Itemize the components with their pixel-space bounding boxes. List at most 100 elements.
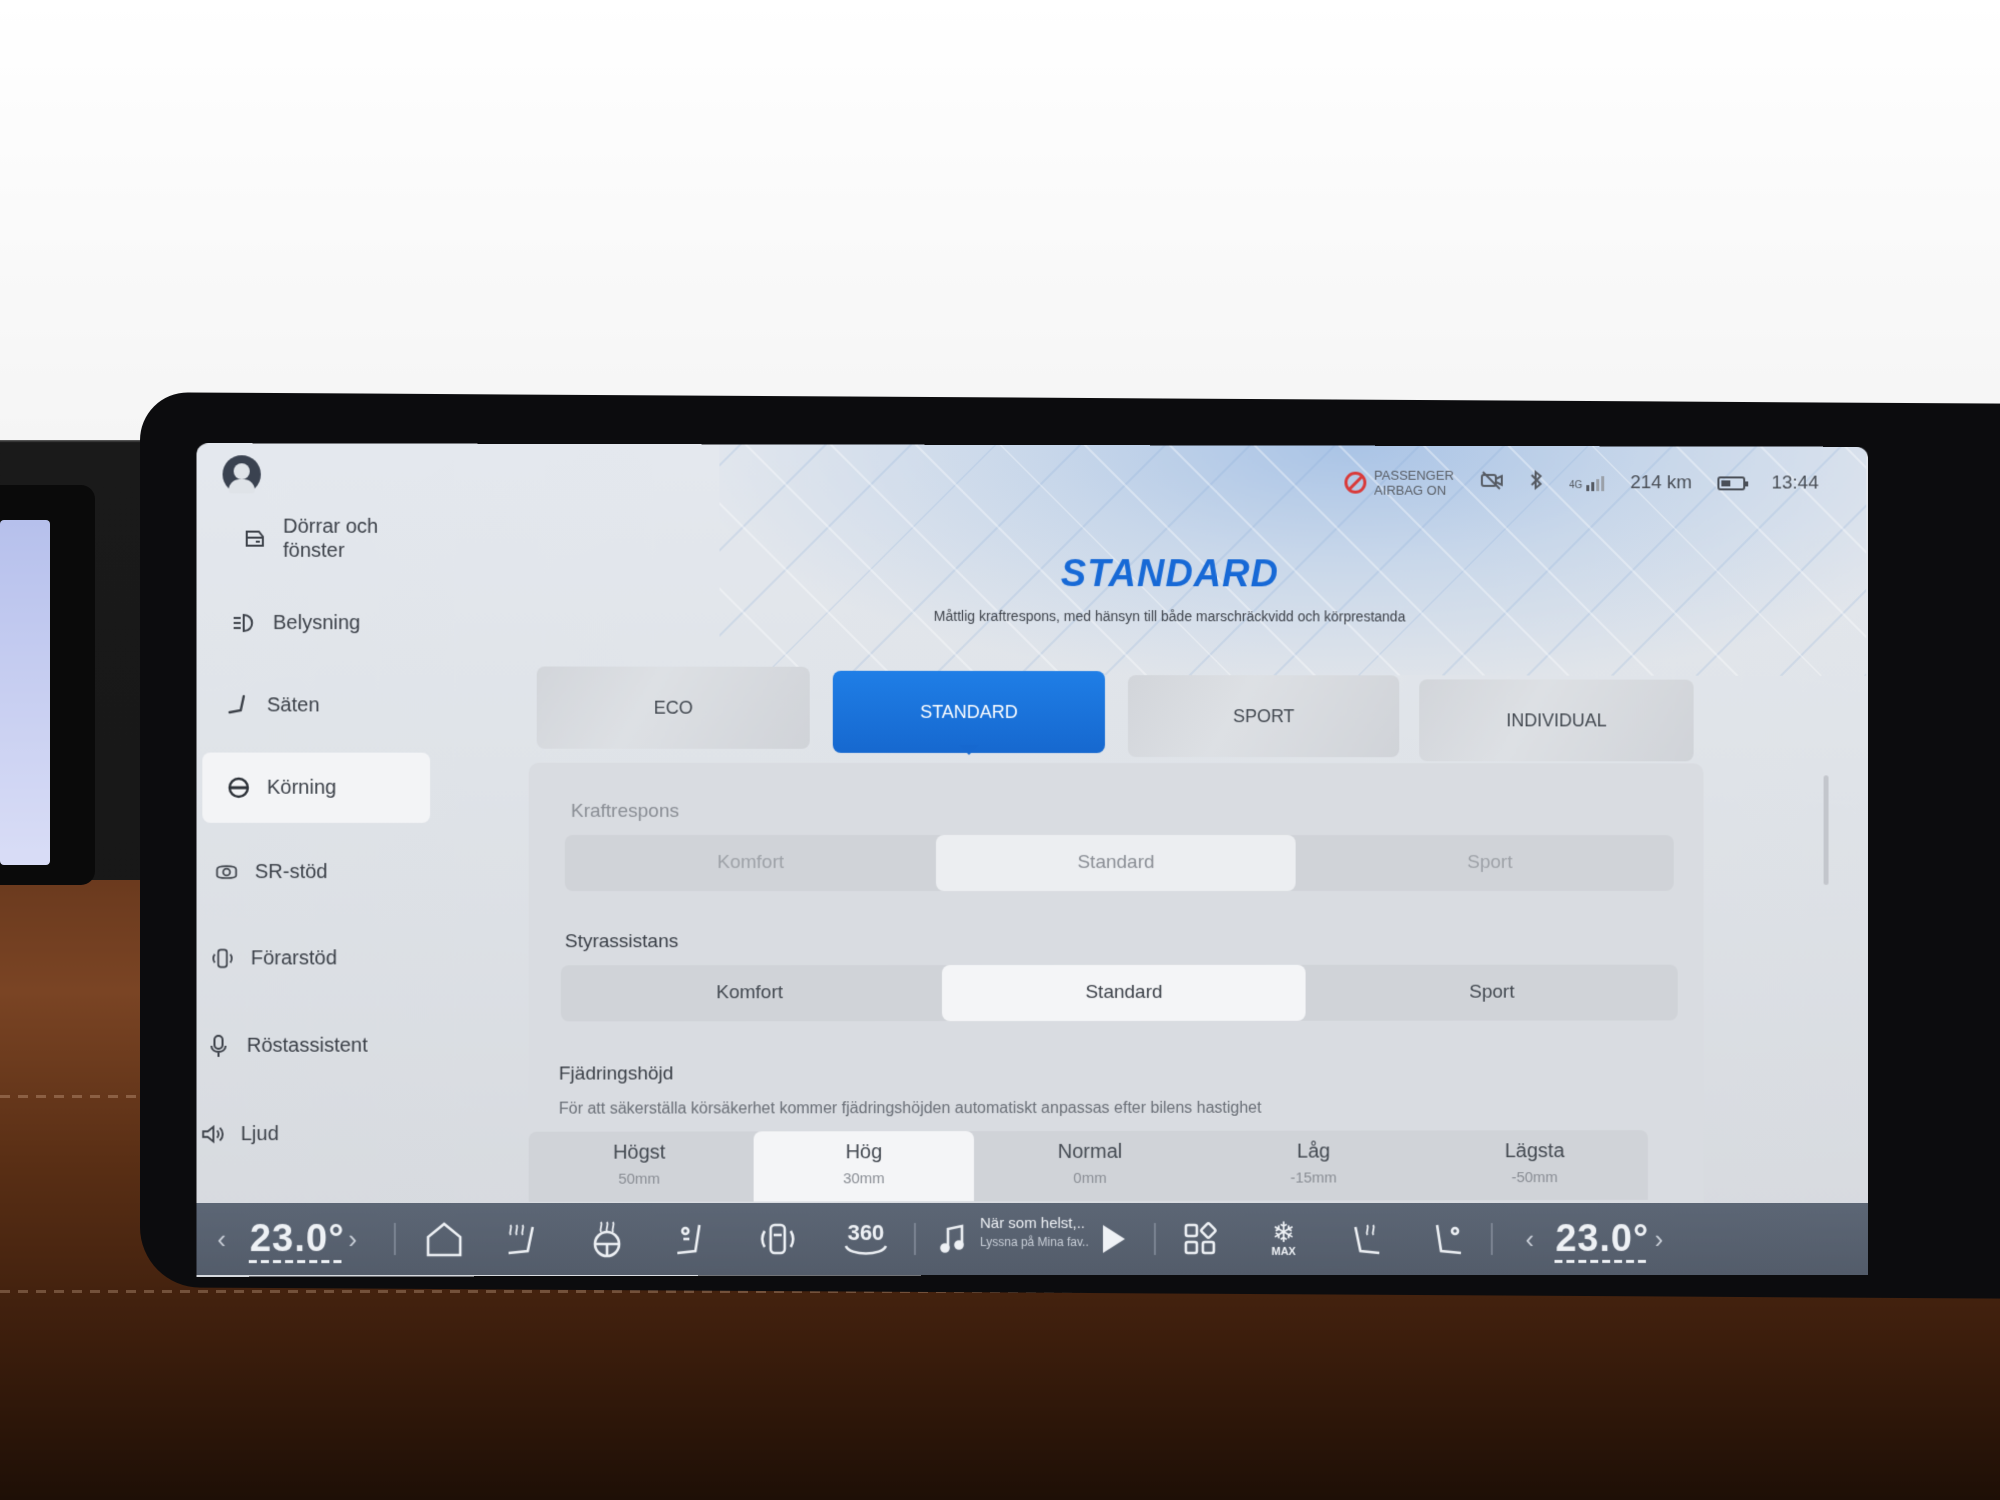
steering-assist-standard[interactable]: Standard bbox=[941, 964, 1306, 1022]
steering-assist-selector[interactable]: Komfort Standard Sport bbox=[560, 964, 1678, 1022]
microphone-icon bbox=[206, 1034, 230, 1058]
temp-level-indicator bbox=[248, 1260, 346, 1264]
left-temp-value: 23.0° bbox=[249, 1217, 345, 1260]
sidebar-item-doors[interactable]: Dörrar och fönster bbox=[206, 503, 438, 574]
sidebar-item-label: Dörrar och fönster bbox=[283, 515, 379, 562]
airbag-icon bbox=[1344, 471, 1367, 494]
passenger-seat-heat-button[interactable] bbox=[1339, 1203, 1391, 1275]
headlight-icon bbox=[233, 611, 257, 635]
seat-icon bbox=[227, 693, 251, 717]
music-note-icon[interactable] bbox=[932, 1203, 972, 1275]
sidebar-item-seats[interactable]: Säten bbox=[196, 670, 422, 740]
right-temp-decrease[interactable]: ‹ bbox=[1517, 1203, 1543, 1275]
car-assist-icon bbox=[758, 1219, 798, 1259]
steering-assist-comfort[interactable]: Komfort bbox=[561, 965, 938, 1021]
left-temperature[interactable]: 23.0° bbox=[248, 1203, 346, 1275]
seat-adjust-button[interactable] bbox=[665, 1203, 717, 1275]
climate-dock: ‹ 23.0° › 360 När som helst,.. Lyssna på… bbox=[196, 1202, 1869, 1276]
cellular-signal: 4G bbox=[1569, 475, 1605, 491]
snowflake-icon: ❄ bbox=[1271, 1217, 1296, 1248]
apps-button[interactable] bbox=[1174, 1203, 1226, 1275]
airbag-line-1: PASSENGER bbox=[1374, 467, 1454, 483]
sidebar-item-label: Ljud bbox=[240, 1123, 279, 1146]
steering-heat-button[interactable] bbox=[581, 1203, 633, 1275]
sidebar-item-driver-support[interactable]: Förarstöd bbox=[196, 923, 406, 993]
steering-assist-label: Styrassistans bbox=[564, 931, 679, 953]
status-bar: PASSENGER AIRBAG ON 4G 214 km 13:44 bbox=[1344, 468, 1819, 499]
suspension-option-highest[interactable]: Högst 50mm bbox=[529, 1131, 750, 1202]
door-icon bbox=[243, 527, 267, 551]
suspension-option-name: Normal bbox=[1057, 1140, 1123, 1163]
suspension-option-low[interactable]: Låg -15mm bbox=[1204, 1130, 1423, 1200]
tab-sport[interactable]: SPORT bbox=[1127, 675, 1400, 758]
suspension-option-high[interactable]: Hög 30mm bbox=[753, 1131, 974, 1202]
camera-360-button[interactable]: 360 bbox=[836, 1203, 896, 1275]
network-type: 4G bbox=[1569, 479, 1583, 491]
suspension-option-value: 50mm bbox=[618, 1170, 661, 1188]
camera-360-icon bbox=[842, 1244, 890, 1256]
suspension-option-lowest[interactable]: Lägsta -50mm bbox=[1425, 1130, 1644, 1200]
suspension-option-name: Hög bbox=[845, 1141, 883, 1164]
right-temp-increase[interactable]: › bbox=[1646, 1203, 1672, 1275]
suspension-height-selector[interactable]: Högst 50mm Hög 30mm Normal 0mm Låg -15mm… bbox=[528, 1130, 1648, 1202]
power-response-selector[interactable]: Komfort Standard Sport bbox=[564, 834, 1674, 892]
power-response-comfort[interactable]: Komfort bbox=[565, 835, 936, 891]
passenger-seat-heat-icon bbox=[1345, 1221, 1385, 1257]
left-temp-decrease[interactable]: ‹ bbox=[208, 1203, 234, 1275]
seat-adjust-icon bbox=[671, 1221, 711, 1257]
play-icon bbox=[1102, 1225, 1125, 1253]
clock: 13:44 bbox=[1771, 472, 1819, 494]
passenger-seat-adjust-button[interactable] bbox=[1421, 1203, 1473, 1275]
camera-360-label: 360 bbox=[847, 1219, 885, 1246]
media-subtitle: Lyssna på Mina fav.. bbox=[979, 1234, 1089, 1250]
speaker-icon bbox=[200, 1122, 224, 1146]
car-assist-button[interactable] bbox=[752, 1203, 804, 1275]
tab-standard[interactable]: STANDARD bbox=[832, 670, 1105, 754]
tab-individual[interactable]: INDIVIDUAL bbox=[1419, 679, 1694, 762]
home-icon bbox=[424, 1221, 464, 1257]
mode-title: STANDARD bbox=[1060, 553, 1279, 596]
sidebar-item-label: Körning bbox=[266, 776, 337, 799]
range-readout: 214 km bbox=[1630, 472, 1693, 494]
seat-heat-button[interactable] bbox=[496, 1203, 548, 1275]
home-button[interactable] bbox=[418, 1203, 470, 1275]
camera-off-icon bbox=[1480, 470, 1504, 496]
suspension-height-note: För att säkerställa körsäkerhet kommer f… bbox=[558, 1099, 1262, 1118]
infotainment-screen: PASSENGER AIRBAG ON 4G 214 km 13:44 Dörr… bbox=[196, 443, 1869, 1277]
sidebar-item-label: Röstassistent bbox=[246, 1034, 368, 1057]
divider bbox=[393, 1222, 396, 1256]
power-response-standard[interactable]: Standard bbox=[935, 834, 1296, 892]
max-defrost-button[interactable]: ❄ MAX bbox=[1258, 1203, 1310, 1275]
suspension-option-value: -15mm bbox=[1290, 1169, 1337, 1187]
divider bbox=[913, 1222, 916, 1256]
now-playing-text: När som helst,.. Lyssna på Mina fav.. bbox=[980, 1215, 1089, 1251]
tab-eco[interactable]: ECO bbox=[536, 666, 810, 749]
profile-avatar[interactable] bbox=[222, 455, 261, 494]
power-response-label: Kraftrespons bbox=[570, 800, 680, 822]
airbag-line-2: AIRBAG ON bbox=[1374, 482, 1447, 498]
steering-wheel-icon bbox=[227, 776, 251, 800]
sidebar-item-voice-assistant[interactable]: Röstassistent bbox=[196, 1011, 402, 1082]
sidebar-item-lighting[interactable]: Belysning bbox=[196, 588, 428, 659]
scrollbar[interactable] bbox=[1823, 775, 1829, 885]
divider bbox=[1153, 1223, 1156, 1255]
media-title: När som helst,.. bbox=[979, 1214, 1086, 1233]
sidebar-item-label: Förarstöd bbox=[250, 947, 338, 970]
suspension-option-name: Låg bbox=[1296, 1140, 1331, 1163]
steering-heat-icon bbox=[587, 1220, 627, 1258]
drive-mode-tabs: ECO STANDARD SPORT INDIVIDUAL bbox=[536, 666, 1696, 762]
right-temperature[interactable]: 23.0° bbox=[1554, 1203, 1650, 1275]
passenger-seat-adjust-icon bbox=[1427, 1221, 1467, 1257]
airbag-status: PASSENGER AIRBAG ON bbox=[1344, 468, 1454, 498]
left-temp-increase[interactable]: › bbox=[339, 1203, 365, 1275]
suspension-option-value: 0mm bbox=[1073, 1169, 1107, 1187]
play-button[interactable] bbox=[1094, 1203, 1134, 1275]
now-playing[interactable]: När som helst,.. Lyssna på Mina fav.. bbox=[980, 1203, 1100, 1275]
suspension-option-normal[interactable]: Normal 0mm bbox=[980, 1131, 1200, 1201]
car-assist-icon bbox=[210, 946, 234, 970]
sidebar-item-sound[interactable]: Ljud bbox=[196, 1099, 396, 1170]
steering-assist-sport[interactable]: Sport bbox=[1306, 965, 1678, 1021]
power-response-sport[interactable]: Sport bbox=[1306, 835, 1674, 891]
sidebar-item-driving[interactable]: Körning bbox=[202, 752, 431, 823]
sidebar-item-sr-support[interactable]: SR-stöd bbox=[196, 837, 410, 907]
